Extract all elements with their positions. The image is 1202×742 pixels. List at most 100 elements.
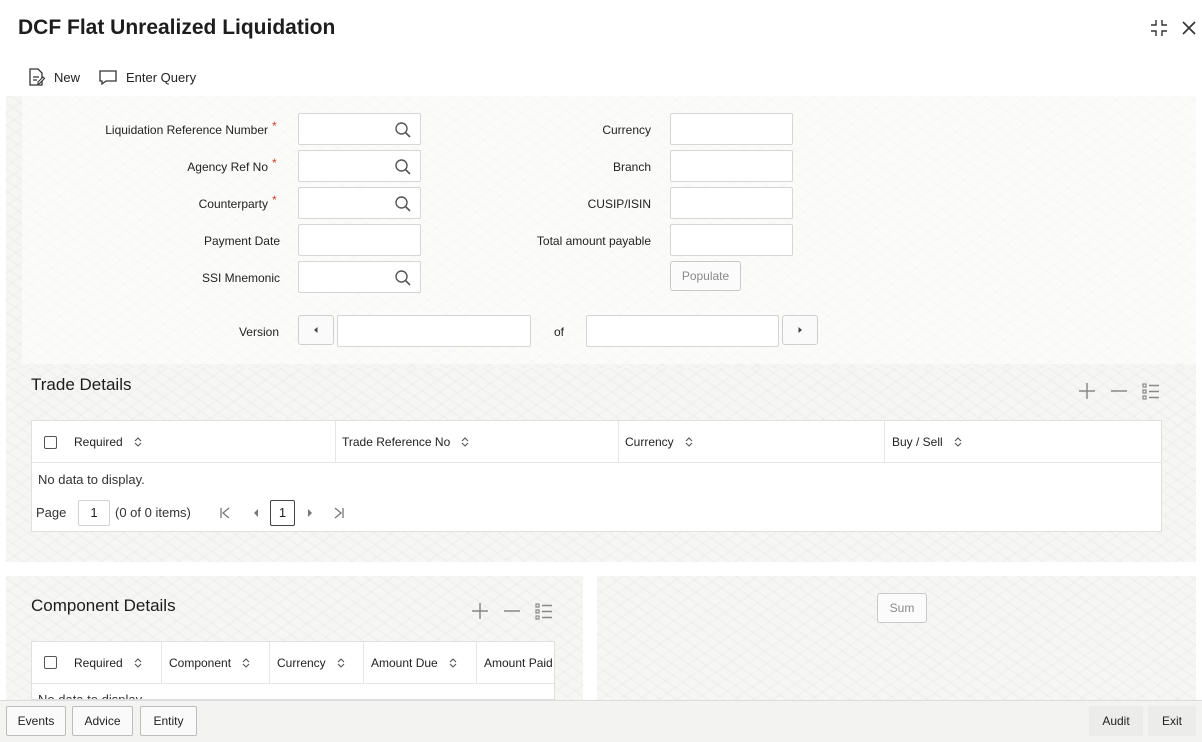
currency-label: Currency [602, 123, 651, 137]
restore-icon[interactable] [1149, 18, 1171, 40]
previous-page-icon[interactable] [249, 506, 263, 525]
col-required-label: Required [74, 435, 123, 449]
entity-button[interactable]: Entity [140, 706, 197, 736]
audit-button[interactable]: Audit [1089, 706, 1143, 736]
new-button[interactable]: New [26, 66, 80, 88]
currency-input[interactable] [670, 113, 793, 145]
counterparty-input[interactable] [298, 187, 421, 219]
ssi-mnemonic-label: SSI Mnemonic [201, 271, 280, 285]
component-details-title: Component Details [31, 596, 176, 615]
version-label: Version [238, 325, 279, 339]
advice-button[interactable]: Advice [72, 706, 133, 736]
footer-bar: Events Advice Entity Audit Exit [0, 700, 1202, 742]
component-grid-tools [470, 601, 554, 621]
version-prev-button[interactable] [298, 315, 334, 345]
last-page-icon[interactable] [332, 506, 346, 525]
col-buy-sell[interactable]: Buy / Sell [892, 421, 1160, 463]
col-amount-paid-label: Amount Paid [484, 656, 553, 670]
col-required[interactable]: Required [74, 421, 336, 463]
agency-ref-input[interactable] [298, 150, 421, 182]
trade-grid-tools [1077, 381, 1161, 401]
no-data-message: No data to display. [38, 472, 145, 487]
enter-query-button[interactable]: Enter Query [98, 66, 196, 88]
query-icon [99, 70, 117, 86]
of-label: of [553, 325, 564, 339]
sort-icon[interactable] [448, 657, 458, 669]
single-record-view-icon[interactable] [1141, 381, 1161, 401]
sum-button[interactable]: Sum [877, 593, 927, 623]
col-buy-sell-label: Buy / Sell [892, 435, 943, 449]
enter-query-label: Enter Query [126, 69, 197, 85]
sort-icon[interactable] [133, 436, 143, 448]
branch-input[interactable] [670, 150, 793, 182]
required-marker: * [272, 119, 277, 133]
trade-details-title: Trade Details [31, 375, 132, 394]
sort-icon[interactable] [133, 657, 143, 669]
version-input[interactable] [337, 315, 531, 347]
title-bar: DCF Flat Unrealized Liquidation [0, 0, 1202, 58]
page-number-input[interactable]: 1 [78, 500, 110, 526]
liquidation-ref-label: Liquidation Reference Number [105, 123, 268, 137]
search-icon[interactable] [394, 195, 412, 218]
populate-button[interactable]: Populate [670, 261, 741, 291]
select-all-checkbox[interactable] [44, 436, 57, 449]
exit-button[interactable]: Exit [1148, 706, 1196, 736]
branch-label: Branch [612, 160, 651, 174]
caret-left-icon [314, 327, 318, 333]
component-details-grid: Required Component Currency Amount Due A… [31, 641, 555, 700]
no-data-message: No data to display. [38, 692, 145, 700]
items-count: (0 of 0 items) [115, 505, 191, 520]
search-icon[interactable] [394, 269, 412, 292]
col-trade-reference-label: Trade Reference No [342, 435, 451, 449]
single-record-view-icon[interactable] [534, 601, 554, 621]
col-currency[interactable]: Currency [277, 642, 364, 684]
cusip-isin-input[interactable] [670, 187, 793, 219]
col-currency-label: Currency [625, 435, 674, 449]
version-total-input[interactable] [586, 315, 779, 347]
sort-icon[interactable] [241, 657, 251, 669]
col-required[interactable]: Required [74, 642, 162, 684]
sort-icon[interactable] [336, 657, 346, 669]
payment-date-input[interactable] [298, 224, 421, 256]
toolbar: New Enter Query [0, 58, 1202, 96]
caret-right-icon [798, 327, 802, 333]
first-page-icon[interactable] [218, 506, 232, 525]
sort-icon[interactable] [460, 436, 470, 448]
current-page-button[interactable]: 1 [270, 500, 295, 526]
page-label: Page [36, 505, 67, 520]
trade-details-grid: Required Trade Reference No Currency Buy… [31, 420, 1162, 532]
col-currency[interactable]: Currency [625, 421, 885, 463]
cusip-isin-label: CUSIP/ISIN [587, 197, 651, 211]
select-all-checkbox[interactable] [44, 656, 57, 669]
search-icon[interactable] [394, 158, 412, 181]
total-amount-input[interactable] [670, 224, 793, 256]
total-amount-label: Total amount payable [536, 234, 651, 248]
next-page-icon[interactable] [303, 506, 317, 525]
sort-icon[interactable] [684, 436, 694, 448]
delete-row-icon[interactable] [502, 601, 522, 621]
col-component[interactable]: Component [169, 642, 270, 684]
col-currency-label: Currency [277, 656, 326, 670]
col-required-label: Required [74, 656, 123, 670]
close-icon[interactable] [1179, 18, 1201, 40]
col-amount-due-label: Amount Due [371, 656, 438, 670]
version-next-button[interactable] [782, 315, 818, 345]
events-button[interactable]: Events [6, 706, 66, 736]
search-icon[interactable] [394, 121, 412, 144]
col-component-label: Component [169, 656, 232, 670]
required-marker: * [272, 156, 277, 170]
col-amount-paid[interactable]: Amount Paid [484, 642, 554, 684]
add-row-icon[interactable] [470, 601, 490, 621]
new-label: New [54, 69, 81, 85]
counterparty-label: Counterparty [198, 197, 268, 211]
col-trade-reference-no[interactable]: Trade Reference No [342, 421, 619, 463]
sort-icon[interactable] [953, 436, 963, 448]
ssi-mnemonic-input[interactable] [298, 261, 421, 293]
col-amount-due[interactable]: Amount Due [371, 642, 477, 684]
add-row-icon[interactable] [1077, 381, 1097, 401]
required-marker: * [272, 193, 277, 207]
delete-row-icon[interactable] [1109, 381, 1129, 401]
liquidation-ref-input[interactable] [298, 113, 421, 145]
window-title: DCF Flat Unrealized Liquidation [18, 16, 336, 39]
agency-ref-label: Agency Ref No [187, 160, 268, 174]
